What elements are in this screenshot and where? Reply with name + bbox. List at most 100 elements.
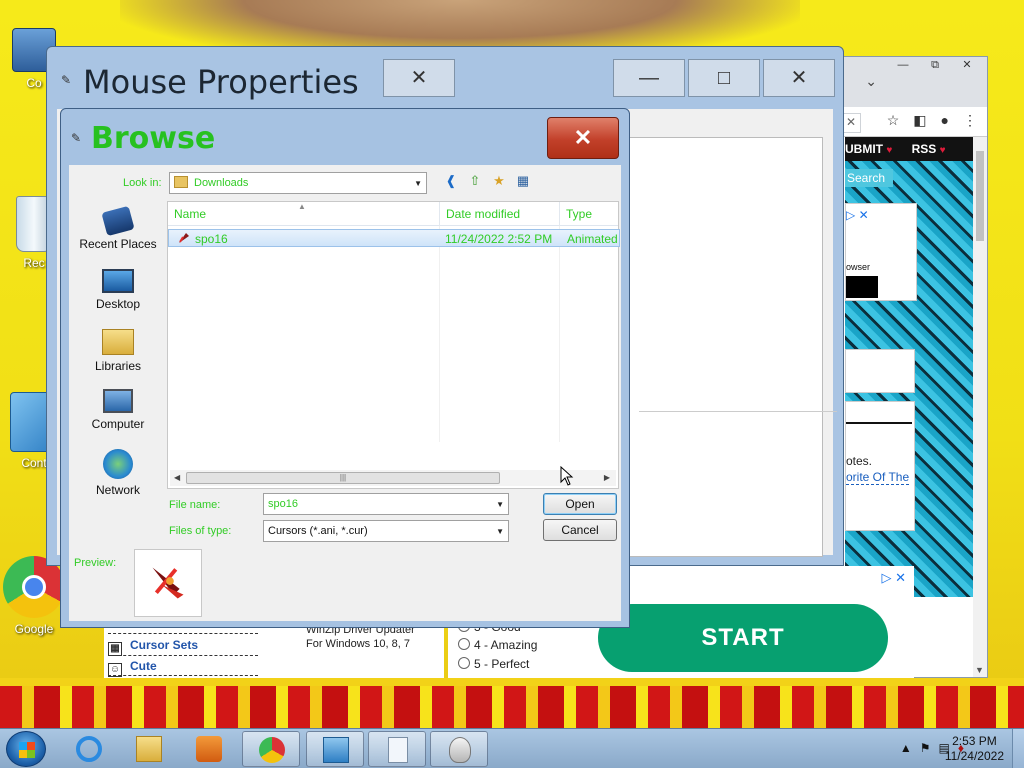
start-button[interactable]: [6, 731, 46, 767]
places-bar: Recent Places Desktop Libraries Computer…: [73, 203, 163, 513]
new-folder-icon[interactable]: ★: [491, 173, 507, 189]
place-libraries[interactable]: Libraries: [73, 329, 163, 373]
close-icon[interactable]: ✕: [846, 115, 856, 129]
taskbar-mouse-properties[interactable]: [430, 731, 488, 767]
list-item-label: Cursor Sets: [130, 638, 199, 652]
file-row[interactable]: spo16 11/24/2022 2:52 PM Animated: [168, 229, 620, 247]
folder-icon: [174, 176, 188, 188]
scrollbar-thumb[interactable]: [976, 151, 984, 241]
close-button[interactable]: ✕: [953, 59, 981, 73]
minimize-button[interactable]: —: [613, 59, 685, 97]
file-name-label: File name:: [169, 499, 221, 511]
look-in-dropdown[interactable]: Downloads ▼: [169, 172, 427, 194]
scroll-right-icon[interactable]: ▶: [604, 473, 610, 482]
rating-option-4[interactable]: 4 - Amazing: [458, 638, 537, 652]
place-recent-places[interactable]: Recent Places: [73, 205, 163, 251]
scroll-down-icon[interactable]: ▼: [975, 665, 984, 675]
clock[interactable]: 2:53 PM 11/24/2022: [945, 734, 1004, 764]
cancel-button[interactable]: Cancel: [543, 519, 617, 541]
rating-label: 5 - Perfect: [474, 657, 530, 671]
recent-places-icon: [101, 205, 135, 237]
place-label: Libraries: [94, 359, 142, 373]
place-desktop[interactable]: Desktop: [73, 269, 163, 311]
search-button[interactable]: Search: [845, 169, 893, 187]
radio-button[interactable]: [458, 657, 470, 669]
taskbar-media-player[interactable]: [180, 731, 238, 767]
browser-toolbar-icons: ☆ ◧ ● ⋮: [887, 112, 977, 129]
wallpaper-stripes: [0, 678, 1024, 728]
sidebar-box: [845, 349, 915, 393]
horizontal-scrollbar[interactable]: ◀ ||| ▶: [170, 470, 616, 486]
start-ad-button[interactable]: START: [598, 604, 888, 672]
back-icon[interactable]: ❰: [443, 173, 459, 189]
nav-submit-link[interactable]: UBMIT: [845, 142, 883, 156]
adchoices-icon[interactable]: ▷ ✕: [846, 208, 869, 222]
bookmark-star-icon[interactable]: ☆: [887, 112, 900, 129]
close-button[interactable]: ✕: [547, 117, 619, 159]
start-ad: ▷ ✕ START: [588, 566, 914, 678]
file-name-input[interactable]: spo16 ▼: [263, 493, 509, 515]
ad-text[interactable]: For Windows 10, 8, 7: [306, 638, 410, 650]
look-in-value: Downloads: [194, 177, 249, 189]
taskbar-notepad[interactable]: [368, 731, 426, 767]
chevron-down-icon[interactable]: ▼: [414, 179, 422, 188]
files-of-type-value: Cursors (*.ani, *.cur): [268, 525, 368, 537]
scroll-left-icon[interactable]: ◀: [174, 473, 180, 482]
up-folder-icon[interactable]: ⇧: [467, 173, 483, 189]
divider: [108, 675, 258, 676]
column-header-date-modified[interactable]: Date modified: [446, 207, 520, 221]
clock-time: 2:53 PM: [952, 734, 997, 748]
mouse-icon: ✎: [71, 131, 82, 145]
ad-black-button[interactable]: [846, 276, 878, 298]
taskbar-file-explorer[interactable]: [120, 731, 178, 767]
preview-box: [134, 549, 202, 617]
desktop-icon-label: Google: [14, 622, 54, 636]
profile-icon[interactable]: ●: [941, 112, 949, 129]
files-of-type-dropdown[interactable]: Cursors (*.ani, *.cur) ▼: [263, 520, 509, 542]
tab-search-icon[interactable]: ⌄: [865, 73, 877, 90]
close-button[interactable]: ✕: [383, 59, 455, 97]
taskbar: ▲ ⚑ ▤ ♦ 2:53 PM 11/24/2022: [0, 728, 1024, 768]
libraries-icon: [102, 329, 134, 355]
place-label: Network: [95, 483, 140, 497]
rating-option-5[interactable]: 5 - Perfect: [458, 657, 529, 671]
show-desktop-button[interactable]: [1012, 729, 1024, 768]
maximize-button[interactable]: ⧉: [921, 59, 949, 73]
file-list: Name ▲ Date modified Type spo16 11/24/20…: [167, 201, 620, 489]
clock-date: 11/24/2022: [944, 749, 1004, 763]
scrollbar-thumb[interactable]: |||: [186, 472, 500, 484]
taskbar-control-panel[interactable]: [306, 731, 364, 767]
column-header-name[interactable]: Name: [174, 207, 206, 221]
desktop-icon: [102, 269, 134, 293]
adchoices-icon[interactable]: ▷ ✕: [881, 570, 906, 586]
browser-scrollbar[interactable]: ▼: [973, 137, 987, 677]
desktop-icon-google-chrome[interactable]: Google: [2, 556, 66, 636]
sidebar-box-text: otes. orite Of The: [845, 401, 915, 531]
show-hidden-icons-icon[interactable]: ▲: [900, 741, 912, 755]
maximize-button[interactable]: □: [688, 59, 760, 97]
action-center-flag-icon[interactable]: ⚑: [920, 741, 931, 755]
menu-kebab-icon[interactable]: ⋮: [963, 112, 977, 129]
chevron-down-icon[interactable]: ▼: [496, 500, 504, 509]
page-link[interactable]: orite Of The: [846, 470, 910, 485]
place-label: Recent Places: [79, 237, 157, 251]
column-header-type[interactable]: Type: [566, 207, 592, 221]
close-button[interactable]: ✕: [763, 59, 835, 97]
file-name-value: spo16: [268, 498, 298, 510]
minimize-button[interactable]: —: [889, 59, 917, 73]
file-name-cell: spo16: [195, 232, 228, 246]
nav-rss-link[interactable]: RSS: [912, 142, 937, 156]
radio-button[interactable]: [458, 638, 470, 650]
taskbar-internet-explorer[interactable]: [60, 731, 118, 767]
chevron-down-icon[interactable]: ▼: [496, 527, 504, 536]
list-item[interactable]: ▦ Cursor Sets: [108, 638, 198, 656]
side-panel-icon[interactable]: ◧: [913, 112, 926, 129]
folder-icon: [136, 736, 162, 762]
place-network[interactable]: Network: [73, 449, 163, 497]
open-button[interactable]: Open: [543, 493, 617, 515]
list-item-label: Cute: [130, 659, 157, 673]
rating-label: 4 - Amazing: [474, 638, 538, 652]
taskbar-chrome[interactable]: [242, 731, 300, 767]
place-computer[interactable]: Computer: [73, 389, 163, 431]
view-menu-icon[interactable]: ▦: [515, 173, 531, 189]
